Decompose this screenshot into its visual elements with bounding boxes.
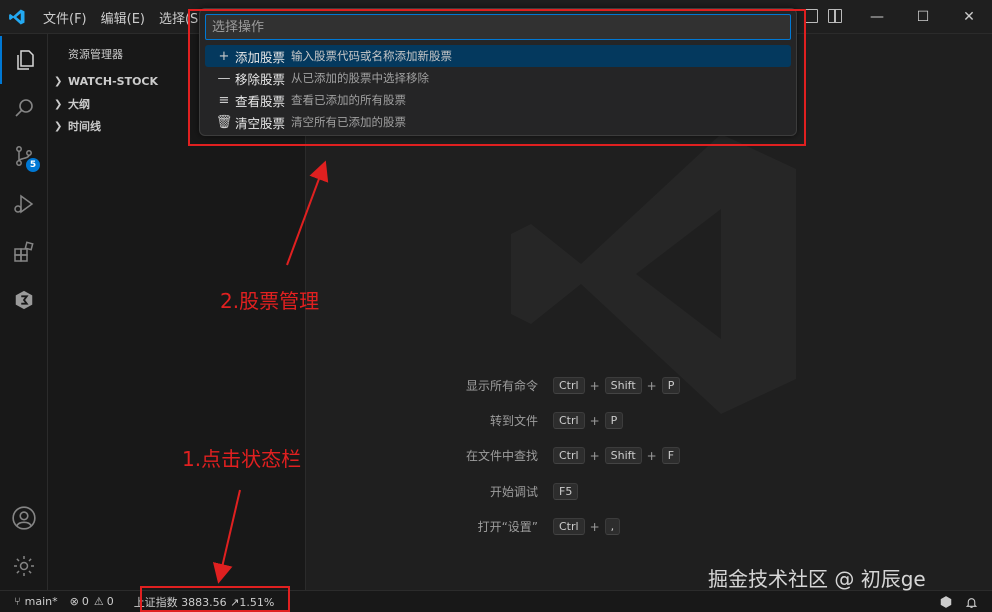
shortcut-label: 转到文件 [489, 414, 538, 428]
annotation-box-quick-pick [188, 9, 806, 146]
accounts-icon[interactable] [0, 494, 48, 542]
toggle-panel-icon[interactable] [804, 9, 818, 23]
shortcut-row: 转到文件 Ctrl + P [426, 412, 626, 429]
key: F5 [553, 483, 579, 500]
annotation-step2: 2.股票管理 [220, 289, 320, 313]
chevron-right-icon: ❯ [54, 75, 63, 87]
activity-bar: 5 [0, 34, 48, 590]
key: Ctrl [553, 447, 585, 464]
close-button[interactable]: ✕ [946, 0, 992, 34]
section-watch-stock[interactable]: ❯ WATCH-STOCK [54, 70, 158, 92]
shortcut-row: 显示所有命令 Ctrl + Shift + P [426, 377, 683, 394]
annotation-step1: 1.点击状态栏 [182, 447, 302, 471]
key: Ctrl [553, 377, 585, 394]
key: , [604, 518, 621, 535]
shortcut-label: 显示所有命令 [465, 379, 538, 393]
key: Ctrl [553, 518, 585, 535]
annotation-box-status-bar [140, 586, 290, 612]
shortcut-row: 打开“设置” Ctrl + , [426, 518, 623, 535]
run-debug-icon[interactable] [0, 180, 48, 228]
shortcut-row: 在文件中查找 Ctrl + Shift + F [426, 447, 683, 464]
chevron-right-icon: ❯ [54, 98, 63, 110]
shortcut-label: 在文件中查找 [465, 449, 538, 463]
key: P [604, 412, 624, 429]
key: Shift [604, 377, 642, 394]
settings-gear-icon[interactable] [0, 542, 48, 590]
minimize-button[interactable]: — [854, 0, 900, 34]
extension-status-icon[interactable] [933, 591, 959, 612]
chevron-right-icon: ❯ [54, 120, 63, 132]
key: F [661, 447, 681, 464]
section-label: 时间线 [68, 120, 101, 133]
branch-indicator[interactable]: ⑂ main* [0, 591, 64, 612]
vscode-logo-icon [9, 9, 25, 25]
maximize-button[interactable]: ☐ [900, 0, 946, 34]
menu-edit[interactable]: 编辑(E) [94, 8, 152, 27]
window-controls: — ☐ ✕ [854, 0, 992, 34]
shortcut-row: 开始调试 F5 [426, 483, 581, 500]
explorer-icon[interactable] [0, 36, 48, 84]
section-label: WATCH-STOCK [68, 74, 159, 88]
source-control-badge: 5 [26, 158, 40, 172]
stock-extension-icon[interactable] [0, 276, 48, 324]
notifications-bell-icon[interactable] [959, 591, 992, 612]
branch-name: main* [24, 595, 58, 608]
menu-bar: 文件(F) 编辑(E) 选择(S) [36, 0, 210, 34]
toggle-secondary-sidebar-icon[interactable] [828, 9, 842, 23]
status-bar-right [933, 591, 992, 612]
error-count: 0 [81, 595, 89, 608]
warning-icon: ⚠ [93, 595, 104, 608]
menu-file[interactable]: 文件(F) [36, 8, 94, 27]
error-icon: ⊗ [69, 595, 79, 608]
sidebar-title: 资源管理器 [68, 48, 123, 61]
section-outline[interactable]: ❯ 大纲 [54, 93, 90, 115]
source-control-icon[interactable]: 5 [0, 132, 48, 180]
problems-indicator[interactable]: ⊗ 0 ⚠ 0 [64, 591, 120, 612]
warning-count: 0 [106, 595, 114, 608]
key: P [661, 377, 681, 394]
shortcut-label: 开始调试 [489, 485, 538, 499]
section-timeline[interactable]: ❯ 时间线 [54, 115, 101, 137]
key: Ctrl [553, 412, 585, 429]
layout-controls [804, 9, 842, 23]
key: Shift [604, 447, 642, 464]
section-label: 大纲 [68, 98, 90, 111]
branch-icon: ⑂ [14, 595, 21, 608]
search-icon[interactable] [0, 84, 48, 132]
site-watermark: 掘金技术社区 @ 初辰ge [708, 567, 926, 591]
shortcut-label: 打开“设置” [477, 520, 538, 534]
extensions-icon[interactable] [0, 228, 48, 276]
